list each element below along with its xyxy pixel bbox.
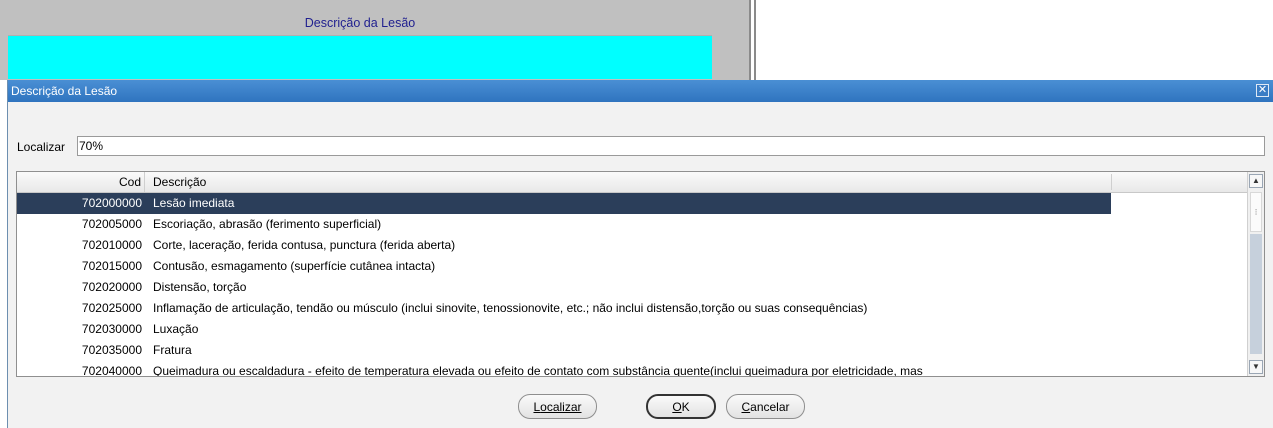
ok-button-label: K	[681, 399, 690, 414]
list-item[interactable]: 702040000 Queimadura ou escaldadura - efe…	[17, 361, 1247, 377]
column-header-description[interactable]: Descrição	[153, 172, 206, 192]
lov-dialog: Descrição da Lesão ✕ Localizar Cod Descr…	[7, 80, 1273, 428]
list-item[interactable]: 702010000 Corte, laceração, ferida contus…	[17, 235, 1247, 256]
dialog-titlebar[interactable]: Descrição da Lesão ✕	[8, 80, 1273, 102]
column-divider	[1111, 174, 1112, 190]
results-list[interactable]: Cod Descrição 702000000 Lesão imediata 702…	[16, 171, 1265, 377]
list-item[interactable]: 702000000 Lesão imediata	[17, 193, 1111, 214]
vertical-scrollbar[interactable]: ▲ ⁝ ▼	[1247, 172, 1264, 376]
cancel-button-mnemonic: C	[741, 399, 751, 414]
row-cod: 702025000	[81, 301, 142, 315]
row-cod: 702015000	[81, 259, 142, 273]
dialog-title: Descrição da Lesão	[11, 84, 118, 98]
list-item[interactable]: 702035000 Fratura	[17, 340, 1247, 361]
row-cod: 702020000	[81, 280, 142, 294]
row-cod: 702040000	[81, 364, 142, 377]
row-description: Luxação	[153, 322, 199, 336]
background-separator	[749, 0, 751, 80]
ok-button[interactable]: OK	[646, 394, 716, 419]
find-button-label: ocalizar	[540, 399, 582, 414]
find-label: Localizar	[17, 140, 66, 154]
list-item[interactable]: 702025000 Inflamação de articulação, tend…	[17, 298, 1247, 319]
background-description-field[interactable]	[8, 35, 712, 79]
close-icon[interactable]: ✕	[1256, 84, 1269, 97]
list-item[interactable]: 702015000 Contusão, esmagamento (superfíc…	[17, 256, 1247, 277]
row-description: Queimadura ou escaldadura - efeito de te…	[153, 364, 923, 377]
row-description: Distensão, torção	[153, 280, 247, 294]
cancel-button-label: ancelar	[750, 399, 790, 414]
list-rows: 702000000 Lesão imediata 702005000 Escoriaç…	[17, 193, 1247, 377]
row-description: Fratura	[153, 343, 192, 357]
list-item[interactable]: 702030000 Luxação	[17, 319, 1247, 340]
row-cod: 702000000	[81, 196, 142, 210]
row-cod: 702035000	[81, 343, 142, 357]
row-description: Lesão imediata	[153, 196, 235, 210]
list-item[interactable]: 702020000 Distensão, torção	[17, 277, 1247, 298]
column-header-cod[interactable]: Cod	[17, 172, 145, 192]
scroll-up-arrow-icon[interactable]: ▲	[1249, 174, 1263, 188]
list-header: Cod Descrição	[17, 172, 1247, 193]
ok-button-mnemonic: O	[672, 399, 682, 414]
list-item[interactable]: 702005000 Escoriação, abrasão (ferimento …	[17, 214, 1247, 235]
row-description: Inflamação de articulação, tendão ou mús…	[153, 301, 868, 315]
background-column-header: Descrição da Lesão	[304, 16, 416, 30]
background-separator	[754, 0, 756, 80]
row-cod: 702005000	[81, 217, 142, 231]
find-input[interactable]	[77, 136, 1265, 156]
row-cod: 702010000	[81, 238, 142, 252]
find-button[interactable]: Localizar	[518, 394, 597, 419]
scroll-track[interactable]	[1250, 234, 1262, 354]
scroll-down-arrow-icon[interactable]: ▼	[1249, 360, 1263, 374]
row-description: Contusão, esmagamento (superfície cutâne…	[153, 259, 436, 273]
row-cod: 702030000	[81, 322, 142, 336]
row-description: Corte, laceração, ferida contusa, punctu…	[153, 238, 456, 252]
scroll-thumb[interactable]: ⁝	[1250, 192, 1262, 232]
cancel-button[interactable]: Cancelar	[726, 394, 805, 419]
row-description: Escoriação, abrasão (ferimento superfici…	[153, 217, 382, 231]
